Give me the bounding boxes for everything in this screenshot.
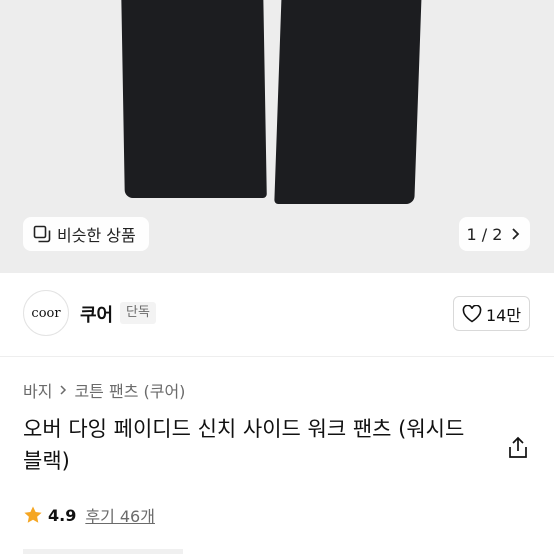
exclusive-badge: 단독: [120, 302, 156, 324]
pants-right-leg: [274, 0, 422, 204]
divider: [0, 356, 554, 357]
star-icon: [24, 506, 42, 523]
breadcrumb-item-cotton-pants[interactable]: 코튼 팬츠 (쿠어): [74, 378, 185, 402]
rating-score: 4.9: [48, 505, 77, 525]
brand-logo-text: coor: [31, 305, 61, 321]
reviews-link[interactable]: 후기 46개: [85, 503, 155, 527]
similar-icon: [33, 225, 51, 243]
like-button[interactable]: 14만: [453, 296, 530, 331]
breadcrumb: 바지 코튼 팬츠 (쿠어): [23, 378, 185, 402]
brand-logo[interactable]: coor: [23, 290, 69, 336]
page-indicator: 1 / 2: [466, 224, 503, 244]
brand-name[interactable]: 쿠어: [80, 301, 113, 327]
similar-products-button[interactable]: 비슷한 상품: [23, 217, 149, 251]
image-pager-button[interactable]: 1 / 2: [459, 217, 530, 251]
similar-products-label: 비슷한 상품: [57, 226, 136, 245]
chevron-right-icon: [512, 228, 520, 240]
chevron-right-icon: [60, 385, 67, 395]
like-count: 14만: [485, 305, 522, 325]
product-title: 오버 다잉 페이디드 신치 사이드 워크 팬츠 (워시드블랙): [23, 417, 465, 473]
heart-icon: [462, 304, 482, 322]
share-icon[interactable]: [507, 436, 529, 460]
pants-left-leg: [121, 0, 267, 198]
breadcrumb-item-pants[interactable]: 바지: [23, 378, 52, 402]
option-selector-top: [23, 549, 183, 554]
rating: 4.9 후기 46개: [23, 503, 155, 527]
